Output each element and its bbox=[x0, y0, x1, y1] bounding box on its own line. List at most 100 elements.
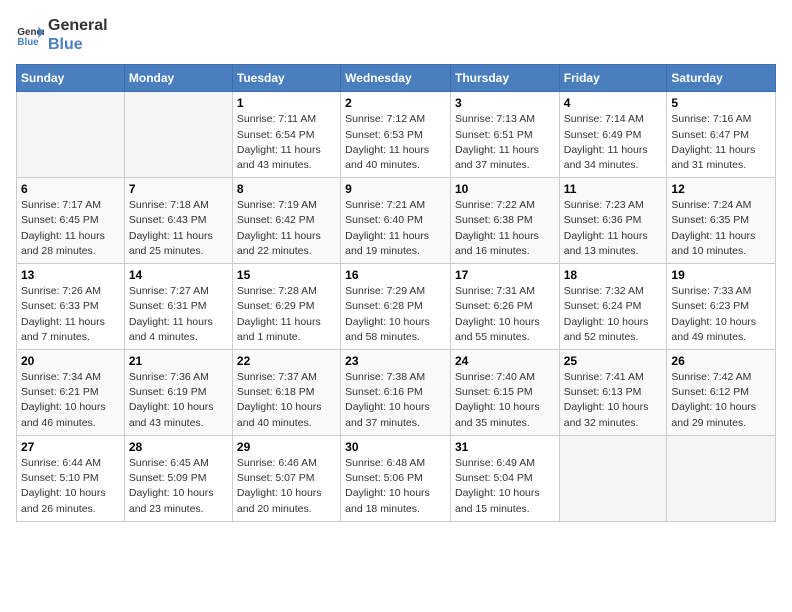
day-info: Sunrise: 6:48 AMSunset: 5:06 PMDaylight:… bbox=[345, 456, 446, 517]
day-number: 12 bbox=[671, 182, 771, 196]
calendar-cell: 3Sunrise: 7:13 AMSunset: 6:51 PMDaylight… bbox=[450, 92, 559, 178]
day-number: 7 bbox=[129, 182, 228, 196]
calendar-cell: 23 Sunrise: 7:38 AMSunset: 6:16 PMDayligh… bbox=[341, 350, 451, 436]
day-info: Sunrise: 7:21 AMSunset: 6:40 PMDaylight:… bbox=[345, 198, 446, 259]
calendar-header-row: SundayMondayTuesdayWednesdayThursdayFrid… bbox=[17, 65, 776, 92]
day-info: Sunrise: 7:19 AMSunset: 6:42 PMDaylight:… bbox=[237, 198, 336, 259]
header-monday: Monday bbox=[124, 65, 232, 92]
calendar-cell: 9 Sunrise: 7:21 AMSunset: 6:40 PMDaylight… bbox=[341, 178, 451, 264]
calendar-cell bbox=[17, 92, 125, 178]
calendar-cell: 26 Sunrise: 7:42 AMSunset: 6:12 PMDayligh… bbox=[667, 350, 776, 436]
day-info: Sunrise: 6:44 AMSunset: 5:10 PMDaylight:… bbox=[21, 456, 120, 517]
day-number: 1 bbox=[237, 96, 336, 110]
calendar-cell: 10 Sunrise: 7:22 AMSunset: 6:38 PMDayligh… bbox=[450, 178, 559, 264]
day-info: Sunrise: 7:23 AMSunset: 6:36 PMDaylight:… bbox=[564, 198, 663, 259]
day-number: 26 bbox=[671, 354, 771, 368]
day-info: Sunrise: 7:37 AMSunset: 6:18 PMDaylight:… bbox=[237, 370, 336, 431]
calendar-cell: 15 Sunrise: 7:28 AMSunset: 6:29 PMDayligh… bbox=[232, 264, 340, 350]
day-info: Sunrise: 7:27 AMSunset: 6:31 PMDaylight:… bbox=[129, 284, 228, 345]
calendar-cell: 16Sunrise: 7:29 AMSunset: 6:28 PMDayligh… bbox=[341, 264, 451, 350]
day-info: Sunrise: 7:11 AMSunset: 6:54 PMDaylight:… bbox=[237, 112, 336, 173]
day-number: 10 bbox=[455, 182, 555, 196]
calendar-cell: 24 Sunrise: 7:40 AMSunset: 6:15 PMDayligh… bbox=[450, 350, 559, 436]
day-info: Sunrise: 7:28 AMSunset: 6:29 PMDaylight:… bbox=[237, 284, 336, 345]
calendar-cell: 7Sunrise: 7:18 AMSunset: 6:43 PMDaylight… bbox=[124, 178, 232, 264]
day-info: Sunrise: 7:16 AMSunset: 6:47 PMDaylight:… bbox=[671, 112, 771, 173]
day-number: 25 bbox=[564, 354, 663, 368]
calendar-cell: 28 Sunrise: 6:45 AMSunset: 5:09 PMDayligh… bbox=[124, 435, 232, 521]
page-header: General Blue General Blue bbox=[16, 16, 776, 54]
calendar-cell bbox=[124, 92, 232, 178]
day-number: 13 bbox=[21, 268, 120, 282]
day-number: 4 bbox=[564, 96, 663, 110]
calendar-cell: 22 Sunrise: 7:37 AMSunset: 6:18 PMDayligh… bbox=[232, 350, 340, 436]
calendar-cell: 6Sunrise: 7:17 AMSunset: 6:45 PMDaylight… bbox=[17, 178, 125, 264]
day-info: Sunrise: 6:49 AMSunset: 5:04 PMDaylight:… bbox=[455, 456, 555, 517]
logo-text-general: General bbox=[48, 16, 108, 35]
week-row-2: 6Sunrise: 7:17 AMSunset: 6:45 PMDaylight… bbox=[17, 178, 776, 264]
day-info: Sunrise: 6:45 AMSunset: 5:09 PMDaylight:… bbox=[129, 456, 228, 517]
day-info: Sunrise: 7:24 AMSunset: 6:35 PMDaylight:… bbox=[671, 198, 771, 259]
calendar-cell: 4 Sunrise: 7:14 AMSunset: 6:49 PMDaylight… bbox=[559, 92, 667, 178]
day-number: 20 bbox=[21, 354, 120, 368]
header-saturday: Saturday bbox=[667, 65, 776, 92]
day-number: 23 bbox=[345, 354, 446, 368]
header-thursday: Thursday bbox=[450, 65, 559, 92]
day-info: Sunrise: 7:26 AMSunset: 6:33 PMDaylight:… bbox=[21, 284, 120, 345]
day-number: 27 bbox=[21, 440, 120, 454]
day-number: 19 bbox=[671, 268, 771, 282]
day-number: 9 bbox=[345, 182, 446, 196]
day-info: Sunrise: 7:29 AMSunset: 6:28 PMDaylight:… bbox=[345, 284, 446, 345]
calendar-cell: 25 Sunrise: 7:41 AMSunset: 6:13 PMDayligh… bbox=[559, 350, 667, 436]
day-number: 18 bbox=[564, 268, 663, 282]
calendar-cell: 11Sunrise: 7:23 AMSunset: 6:36 PMDayligh… bbox=[559, 178, 667, 264]
day-number: 21 bbox=[129, 354, 228, 368]
day-info: Sunrise: 7:42 AMSunset: 6:12 PMDaylight:… bbox=[671, 370, 771, 431]
day-number: 24 bbox=[455, 354, 555, 368]
calendar-cell: 21 Sunrise: 7:36 AMSunset: 6:19 PMDayligh… bbox=[124, 350, 232, 436]
calendar-cell: 8 Sunrise: 7:19 AMSunset: 6:42 PMDaylight… bbox=[232, 178, 340, 264]
day-number: 17 bbox=[455, 268, 555, 282]
header-friday: Friday bbox=[559, 65, 667, 92]
header-wednesday: Wednesday bbox=[341, 65, 451, 92]
calendar-cell: 20 Sunrise: 7:34 AMSunset: 6:21 PMDayligh… bbox=[17, 350, 125, 436]
day-number: 30 bbox=[345, 440, 446, 454]
calendar-cell: 1 Sunrise: 7:11 AMSunset: 6:54 PMDaylight… bbox=[232, 92, 340, 178]
week-row-1: 1 Sunrise: 7:11 AMSunset: 6:54 PMDaylight… bbox=[17, 92, 776, 178]
svg-text:Blue: Blue bbox=[17, 37, 39, 48]
day-info: Sunrise: 7:36 AMSunset: 6:19 PMDaylight:… bbox=[129, 370, 228, 431]
day-number: 28 bbox=[129, 440, 228, 454]
day-number: 29 bbox=[237, 440, 336, 454]
header-sunday: Sunday bbox=[17, 65, 125, 92]
calendar-cell: 31 Sunrise: 6:49 AMSunset: 5:04 PMDayligh… bbox=[450, 435, 559, 521]
day-info: Sunrise: 7:38 AMSunset: 6:16 PMDaylight:… bbox=[345, 370, 446, 431]
logo-text-blue: Blue bbox=[48, 35, 108, 54]
calendar-cell: 19 Sunrise: 7:33 AMSunset: 6:23 PMDayligh… bbox=[667, 264, 776, 350]
header-tuesday: Tuesday bbox=[232, 65, 340, 92]
day-info: Sunrise: 7:33 AMSunset: 6:23 PMDaylight:… bbox=[671, 284, 771, 345]
day-number: 15 bbox=[237, 268, 336, 282]
day-number: 3 bbox=[455, 96, 555, 110]
calendar-cell: 14 Sunrise: 7:27 AMSunset: 6:31 PMDayligh… bbox=[124, 264, 232, 350]
day-info: Sunrise: 7:34 AMSunset: 6:21 PMDaylight:… bbox=[21, 370, 120, 431]
day-info: Sunrise: 7:32 AMSunset: 6:24 PMDaylight:… bbox=[564, 284, 663, 345]
day-number: 22 bbox=[237, 354, 336, 368]
calendar-cell: 5Sunrise: 7:16 AMSunset: 6:47 PMDaylight… bbox=[667, 92, 776, 178]
week-row-3: 13 Sunrise: 7:26 AMSunset: 6:33 PMDayligh… bbox=[17, 264, 776, 350]
day-info: Sunrise: 7:40 AMSunset: 6:15 PMDaylight:… bbox=[455, 370, 555, 431]
calendar-cell bbox=[559, 435, 667, 521]
calendar-cell bbox=[667, 435, 776, 521]
day-info: Sunrise: 6:46 AMSunset: 5:07 PMDaylight:… bbox=[237, 456, 336, 517]
day-info: Sunrise: 7:12 AMSunset: 6:53 PMDaylight:… bbox=[345, 112, 446, 173]
day-number: 8 bbox=[237, 182, 336, 196]
logo: General Blue General Blue bbox=[16, 16, 108, 54]
day-info: Sunrise: 7:22 AMSunset: 6:38 PMDaylight:… bbox=[455, 198, 555, 259]
day-number: 31 bbox=[455, 440, 555, 454]
calendar-cell: 13 Sunrise: 7:26 AMSunset: 6:33 PMDayligh… bbox=[17, 264, 125, 350]
calendar-cell: 30 Sunrise: 6:48 AMSunset: 5:06 PMDayligh… bbox=[341, 435, 451, 521]
day-info: Sunrise: 7:14 AMSunset: 6:49 PMDaylight:… bbox=[564, 112, 663, 173]
day-info: Sunrise: 7:41 AMSunset: 6:13 PMDaylight:… bbox=[564, 370, 663, 431]
week-row-5: 27 Sunrise: 6:44 AMSunset: 5:10 PMDayligh… bbox=[17, 435, 776, 521]
day-number: 14 bbox=[129, 268, 228, 282]
logo-icon: General Blue bbox=[16, 21, 44, 49]
